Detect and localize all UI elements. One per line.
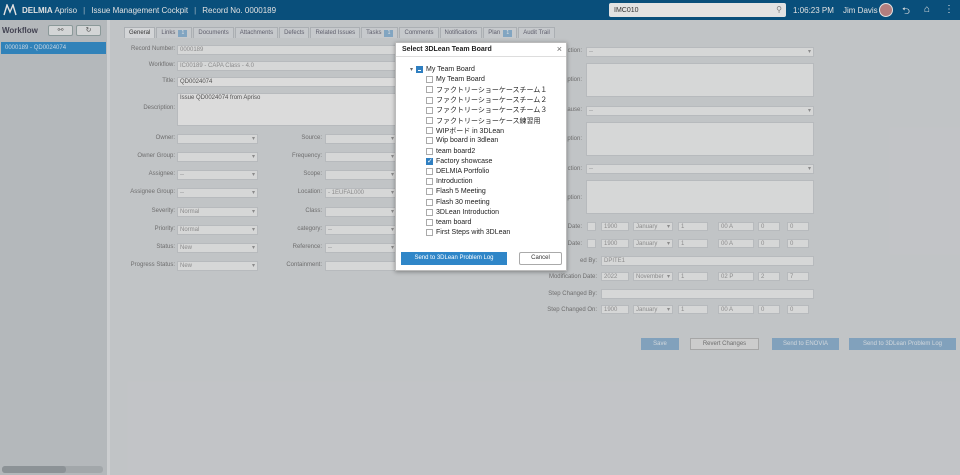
tree-item[interactable]: 3DLean Introduction [426,208,499,217]
tree-item[interactable]: Introduction [426,177,473,186]
tree-item-checkbox[interactable] [426,178,433,186]
tree-item-checkbox[interactable] [426,86,433,94]
tree-item-checkbox[interactable] [426,219,433,226]
tree-item[interactable]: ファクトリーショーケースチーム２ [426,96,547,105]
tree-item[interactable]: team board2 [426,147,475,156]
tree-item[interactable]: DELMIA Portfolio [426,167,489,176]
tree-item[interactable]: ファクトリーショーケースチーム１ [426,85,547,94]
tree-item-checkbox[interactable] [426,229,433,237]
root-checkbox[interactable] [416,66,423,73]
tree-item-checkbox[interactable] [426,106,433,114]
tree-item[interactable]: Flash 5 Meeting [426,187,486,196]
tree-root[interactable]: ▾ My Team Board [410,65,475,74]
tree-item-label: First Steps with 3DLean [436,229,511,237]
tree-item-label: team board2 [436,147,476,155]
root-label: My Team Board [426,66,475,73]
tree-item-checkbox[interactable] [426,76,433,84]
tree-item-checkbox[interactable] [426,188,433,196]
tree-item[interactable]: WIPボード in 3DLean [426,126,504,135]
dialog-divider [396,56,566,57]
tree-item[interactable]: Factory showcase [426,157,492,166]
tree-item-label: 3DLean Introduction [436,208,500,216]
tree-item[interactable]: ファクトリーショーケース練習用 [426,116,541,125]
tree-item-label: WIPボード in 3DLean [436,127,505,135]
tree-item-label: ファクトリーショーケースチーム３ [436,107,548,115]
tree-item[interactable]: First Steps with 3DLean [426,228,510,237]
tree-item-label: team board [436,219,472,226]
tree-item-checkbox[interactable] [426,96,433,104]
tree-item-label: Factory showcase [436,157,493,165]
cancel-button[interactable]: Cancel [519,252,562,265]
tree-item[interactable]: ファクトリーショーケースチーム３ [426,106,547,115]
tree-item-checkbox[interactable] [426,198,433,206]
tree-item-checkbox[interactable] [426,168,433,175]
tree-item-label: ファクトリーショーケースチーム２ [436,97,548,105]
tree-item-checkbox[interactable] [426,117,433,124]
tree-item-label: My Team Board [436,76,485,84]
tree-item-checkbox[interactable] [426,137,433,145]
tree-item[interactable]: team board [426,218,471,227]
tree-item-checkbox[interactable] [426,147,433,155]
close-icon[interactable]: × [557,44,562,54]
tree-item-label: ファクトリーショーケースチーム１ [436,86,548,94]
tree-item-label: DELMIA Portfolio [436,168,490,175]
select-team-board-dialog: Select 3DLean Team Board × ▾ My Team Boa… [395,42,567,271]
dialog-title: Select 3DLean Team Board [402,46,492,53]
tree-item-label: ファクトリーショーケース練習用 [436,117,541,125]
tree-item-checkbox[interactable] [426,208,433,216]
tree-item-label: Wip board in 3dlean [436,137,499,145]
tree-item-checkbox[interactable] [426,127,433,135]
tree-item[interactable]: My Team Board [426,75,485,84]
send-to-problem-log-button[interactable]: Send to 3DLean Problem Log [401,252,507,265]
tree-item-label: Introduction [436,178,473,186]
tree-item-label: Flash 30 meeting [436,198,490,206]
tree-item[interactable]: Wip board in 3dlean [426,136,498,145]
tree-item-label: Flash 5 Meeting [436,188,486,196]
tree-item[interactable]: Flash 30 meeting [426,198,490,207]
tree-item-checkbox[interactable] [426,157,433,166]
